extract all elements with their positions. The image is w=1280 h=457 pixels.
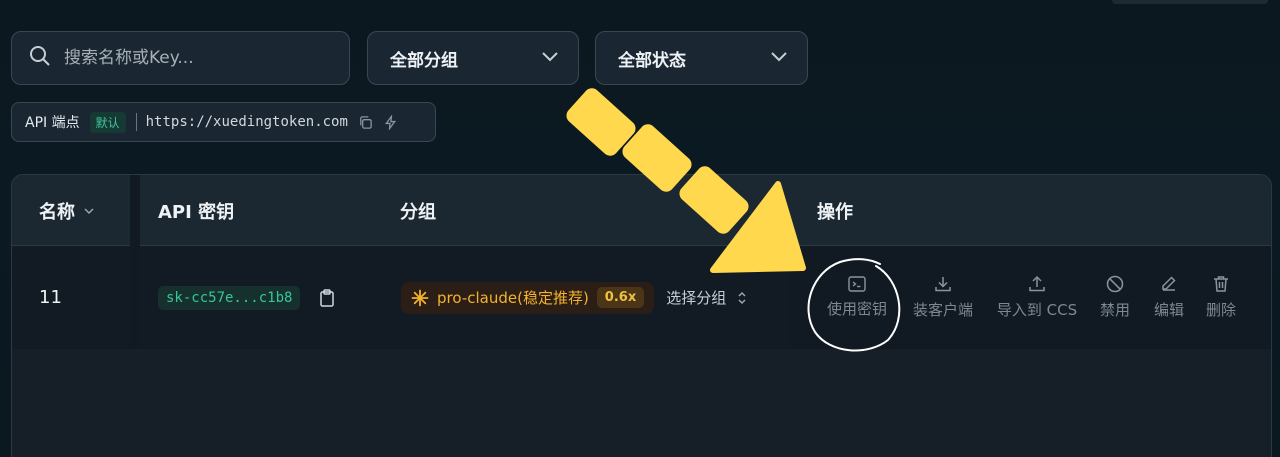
chevron-down-icon — [769, 46, 789, 71]
ratio-badge: 0.6x — [596, 287, 645, 308]
endpoint-url: https://xuedingtoken.com — [145, 114, 348, 130]
search-input[interactable] — [64, 48, 324, 68]
chevron-updown-icon[interactable] — [736, 290, 748, 306]
status-filter-value: 全部状态 — [618, 50, 686, 71]
edit-button[interactable]: 编辑 — [1149, 246, 1189, 349]
default-badge: 默认 — [89, 111, 126, 133]
disable-button[interactable]: 禁用 — [1095, 246, 1135, 349]
lightning-icon[interactable] — [383, 114, 398, 130]
column-divider — [130, 175, 140, 349]
terminal-icon — [848, 276, 866, 298]
pencil-icon — [1160, 275, 1178, 299]
table-row: 11 sk-cc57e...c1b8 pro-claude(稳定推荐) 0.6x… — [12, 175, 1271, 349]
ban-icon — [1106, 275, 1124, 299]
endpoint-label: API 端点 — [25, 115, 80, 131]
api-key-table: 名称 API 密钥 分组 操作 11 sk-cc57e...c1b8 pro-c… — [11, 174, 1272, 457]
copy-icon[interactable] — [358, 115, 373, 130]
group-filter-select[interactable]: 全部分组 — [367, 31, 579, 85]
row-key-cell: sk-cc57e...c1b8 — [158, 246, 335, 349]
delete-button[interactable]: 删除 — [1201, 246, 1241, 349]
top-bar-edge — [1112, 0, 1268, 4]
row-name: 11 — [39, 287, 62, 308]
use-key-button[interactable]: 使用密钥 — [824, 246, 890, 349]
table-header: 名称 API 密钥 分组 操作 — [12, 175, 1271, 246]
search-box[interactable] — [11, 31, 350, 85]
download-icon — [934, 275, 952, 299]
api-key-value: sk-cc57e...c1b8 — [158, 285, 301, 310]
header-actions: 操作 — [817, 201, 853, 223]
trash-icon — [1212, 275, 1230, 299]
header-api-key: API 密钥 — [158, 201, 235, 223]
header-group: 分组 — [400, 201, 436, 223]
group-chip: pro-claude(稳定推荐) 0.6x — [401, 281, 655, 314]
sparkle-icon — [411, 289, 429, 307]
install-client-button[interactable]: 装客户端 — [908, 246, 978, 349]
search-icon — [28, 44, 52, 72]
row-group-cell: pro-claude(稳定推荐) 0.6x 选择分组 — [401, 246, 748, 349]
status-filter-select[interactable]: 全部状态 — [595, 31, 808, 85]
group-filter-value: 全部分组 — [390, 50, 458, 71]
header-name[interactable]: 名称 — [39, 175, 95, 246]
api-endpoint-bar: API 端点 默认 https://xuedingtoken.com — [11, 102, 436, 142]
clipboard-icon[interactable] — [319, 288, 335, 307]
import-ccs-button[interactable]: 导入到 CCS — [994, 246, 1080, 349]
chevron-down-icon — [83, 205, 95, 217]
group-name: pro-claude(稳定推荐) — [437, 289, 589, 307]
chevron-down-icon — [540, 46, 560, 71]
arrow-dash-1 — [566, 88, 636, 156]
choose-group-button[interactable]: 选择分组 — [666, 287, 726, 308]
upload-icon — [1028, 275, 1046, 299]
divider — [135, 113, 137, 131]
